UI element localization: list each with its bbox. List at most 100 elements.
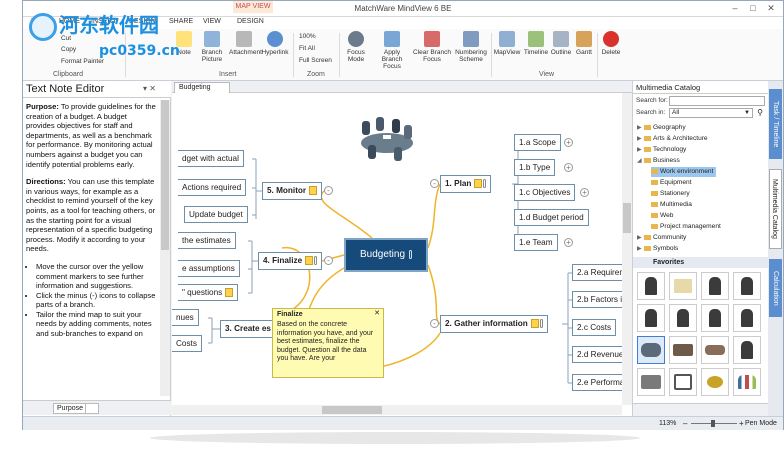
subtopic-update-budget[interactable]: Update budget	[184, 206, 248, 223]
subtopic-revenues-left[interactable]: nues	[172, 309, 199, 326]
zoom-slider-handle[interactable]	[711, 420, 715, 427]
gantt-button[interactable]: Gantt	[573, 31, 595, 69]
thumbnail-handshake[interactable]	[701, 336, 729, 364]
tab-view[interactable]: VIEW	[203, 18, 221, 25]
tab-calculation[interactable]: Calculation	[769, 259, 782, 317]
tab-insert[interactable]: INSERT	[91, 18, 117, 25]
close-button[interactable]: ✕	[763, 2, 779, 14]
thumbnail-desk[interactable]	[669, 336, 697, 364]
branch-plan[interactable]: 1. Plan	[440, 175, 492, 193]
tab-multimedia-catalog[interactable]: Multimedia Catalog	[769, 169, 782, 249]
maximize-button[interactable]: □	[745, 2, 761, 14]
zoom-out-button[interactable]: –	[683, 419, 687, 428]
branch-picture-button[interactable]: Branch Picture	[197, 31, 227, 69]
subtopic-actions-required[interactable]: Actions required	[178, 179, 247, 196]
thumbnail-person[interactable]	[637, 272, 665, 300]
map-vscroll-thumb[interactable]	[623, 203, 631, 233]
tree-item-symbols[interactable]: ▶ Symbols	[637, 244, 678, 254]
apply-branch-focus-button[interactable]: Apply Branch Focus	[373, 31, 411, 70]
tooltip-close-icon[interactable]: ✕	[374, 310, 380, 318]
branch-create-estimates[interactable]: 3. Create es	[220, 320, 276, 338]
tree-item-business[interactable]: ◢ Business	[637, 156, 680, 166]
thumbnail-meeting[interactable]	[637, 336, 665, 364]
note-editor-body[interactable]: Purpose: To provide guidelines for the c…	[23, 100, 159, 396]
delete-button[interactable]: Delete	[599, 31, 623, 69]
thumbnail-coins[interactable]	[701, 368, 729, 396]
thumbnail-person[interactable]	[637, 304, 665, 332]
thumbnail-chart[interactable]	[733, 368, 761, 396]
subtopic-scope[interactable]: 1.a Scope	[514, 134, 561, 151]
map-view-context-tab[interactable]: MAP VIEW	[233, 1, 273, 13]
map-vertical-scrollbar[interactable]	[622, 93, 632, 405]
search-in-select[interactable]: All ▼	[669, 108, 753, 118]
search-icon[interactable]: ⚲	[755, 108, 765, 118]
subtopic-type[interactable]: 1.b Type	[514, 159, 556, 176]
mapview-button[interactable]: MapView	[493, 31, 521, 69]
tree-item-equipment[interactable]: Equipment	[651, 178, 692, 188]
branch-gather-information[interactable]: 2. Gather information	[440, 315, 548, 333]
note-scrollbar[interactable]	[160, 100, 170, 396]
tree-item-web[interactable]: Web	[651, 211, 673, 221]
subtopic-budget-period[interactable]: 1.d Budget period	[514, 209, 589, 226]
minimize-button[interactable]: –	[727, 2, 743, 14]
numbering-scheme-button[interactable]: Numbering Scheme	[453, 31, 489, 69]
tree-item-technology[interactable]: ▶ Technology	[637, 145, 686, 155]
thumbnail-person[interactable]	[701, 272, 729, 300]
note-button[interactable]: Note	[173, 31, 195, 69]
collapse-plan-toggle[interactable]: -	[430, 179, 439, 188]
tab-map-design[interactable]: DESIGN	[237, 18, 264, 25]
central-topic[interactable]: Budgeting	[344, 238, 428, 272]
favorites-header[interactable]: Favorites	[633, 257, 769, 268]
thumbnail-person[interactable]	[669, 304, 697, 332]
tree-item-community[interactable]: ▶ Community	[637, 233, 686, 243]
tab-extra[interactable]	[85, 403, 99, 414]
tab-budgeting[interactable]: Budgeting	[174, 82, 230, 93]
thumbnail-person[interactable]	[733, 336, 761, 364]
tree-item-geography[interactable]: ▶ Geography	[637, 123, 686, 133]
tab-share[interactable]: SHARE	[169, 18, 193, 25]
outline-button[interactable]: Outline	[549, 31, 573, 69]
expand-toggle[interactable]: +	[564, 163, 573, 172]
tree-item-arts[interactable]: ▶ Arts & Architecture	[637, 134, 708, 144]
subtopic-estimates[interactable]: the estimates	[178, 232, 236, 249]
collapse-gather-toggle[interactable]: -	[430, 319, 439, 328]
subtopic-performance[interactable]: 2.e Performance	[572, 374, 622, 391]
panel-pin-close-icon[interactable]: ▾ ✕	[143, 84, 156, 93]
zoom-in-button[interactable]: +	[739, 419, 744, 428]
collapse-finalize-toggle[interactable]: -	[324, 256, 333, 265]
note-scroll-thumb[interactable]	[161, 100, 169, 250]
pen-mode-button[interactable]: Pen Mode	[745, 420, 777, 427]
tab-task-timeline[interactable]: Task / Timeline	[769, 89, 782, 159]
tree-item-multimedia[interactable]: Multimedia	[651, 200, 692, 210]
tab-home[interactable]: HOME	[59, 18, 80, 25]
meeting-picture[interactable]	[354, 111, 420, 163]
subtopic-revenues[interactable]: 2.d Revenues	[572, 346, 622, 363]
mind-map-canvas[interactable]: Budgeting 1. Plan 2. Gather information …	[172, 93, 622, 405]
hyperlink-button[interactable]: Hyperlink	[261, 31, 289, 69]
thumbnail-document[interactable]	[669, 272, 697, 300]
subtopic-costs[interactable]: 2.c Costs	[572, 319, 617, 336]
clear-branch-focus-button[interactable]: Clear Branch Focus	[413, 31, 451, 69]
subtopic-requirements[interactable]: 2.a Requirement	[572, 264, 622, 281]
branch-finalize[interactable]: 4. Finalize	[258, 252, 323, 270]
thumbnail-office[interactable]	[637, 368, 665, 396]
tab-design[interactable]: DESIGN	[129, 18, 156, 25]
subtopic-budget-actual[interactable]: dget with actual	[178, 150, 244, 167]
attachment-button[interactable]: Attachment	[229, 31, 262, 69]
tree-item-stationery[interactable]: Stationery	[651, 189, 690, 199]
thumbnail-person[interactable]	[733, 304, 761, 332]
subtopic-team[interactable]: 1.e Team	[514, 234, 558, 251]
subtopic-assumptions[interactable]: e assumptions	[178, 260, 240, 277]
timeline-button[interactable]: Timeline	[523, 31, 549, 69]
tree-item-work-environment[interactable]: Work environment	[651, 167, 717, 177]
subtopic-costs-left[interactable]: Costs	[172, 335, 202, 352]
search-for-input[interactable]	[669, 96, 765, 106]
map-hscroll-thumb[interactable]	[322, 406, 382, 414]
tab-purpose[interactable]: Purpose	[53, 403, 88, 414]
collapse-monitor-toggle[interactable]: -	[324, 186, 333, 195]
subtopic-factors[interactable]: 2.b Factors impa	[572, 291, 622, 308]
thumbnail-orgchart[interactable]	[669, 368, 697, 396]
subtopic-questions[interactable]: " questions	[178, 284, 239, 301]
focus-mode-button[interactable]: Focus Mode	[343, 31, 369, 69]
expand-toggle[interactable]: +	[564, 238, 573, 247]
